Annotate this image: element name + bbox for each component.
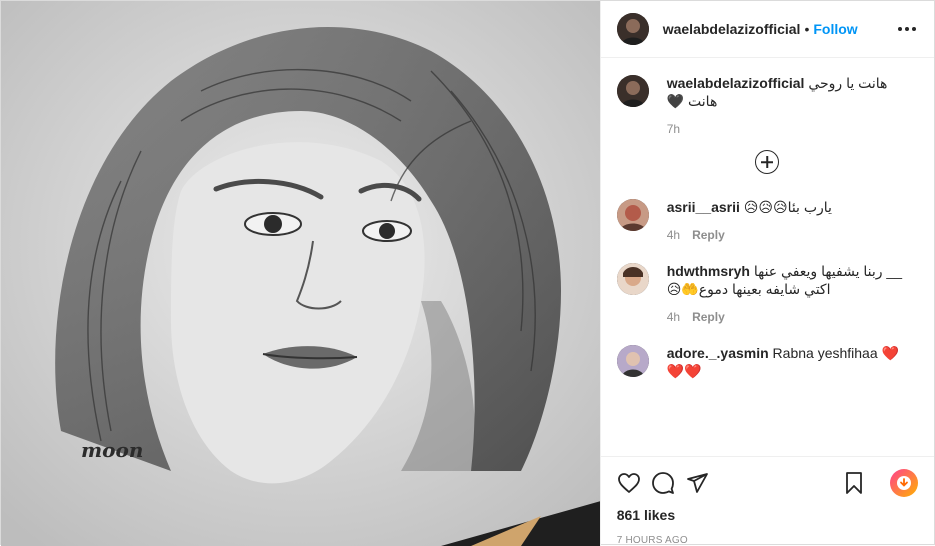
add-comment-icon[interactable] [755, 150, 780, 174]
bookmark-icon[interactable] [842, 471, 866, 495]
post-side-panel: waelabdelazizofficial • Follow waelabdel… [599, 1, 934, 546]
share-icon[interactable] [685, 471, 709, 495]
comment-text: يارب بئا😥😥😥 [743, 199, 832, 215]
signature-text: moon [81, 438, 143, 462]
download-icon[interactable] [890, 469, 918, 497]
pencil-sketch-portrait: moon [1, 1, 600, 546]
caption-username[interactable]: waelabdelazizofficial [667, 75, 805, 91]
likes-count[interactable]: 861 likes [617, 507, 918, 523]
author-avatar[interactable] [616, 13, 649, 45]
comment-text-line2: اكتي شايفه بعينها دموع🤲😥 [666, 281, 831, 297]
reply-button[interactable]: Reply [692, 228, 725, 242]
comment-item: adore._.yasmin Rabna yeshfihaa ❤️ ❤️❤️ [616, 344, 918, 380]
comment-time: 4h [666, 228, 681, 242]
comments-list: waelabdelazizofficial هانت يا روحي هانت … [601, 58, 934, 456]
caption-text-line2: هانت 🖤 [666, 93, 718, 109]
post-header: waelabdelazizofficial • Follow [600, 1, 934, 58]
comment-username[interactable]: hdwthmsryh [667, 263, 750, 279]
caption-author-avatar[interactable] [616, 75, 649, 107]
comment-item: asrii__asrii يارب بئا😥😥😥 4h Reply [616, 198, 918, 242]
caption-time: 7h [666, 122, 681, 136]
commenter-avatar[interactable] [616, 199, 649, 231]
comment-text: __ ربنا يشفيها ويعفي عنها [753, 263, 902, 279]
comment-text: Rabna yeshfihaa ❤️ [772, 345, 899, 361]
comment-username[interactable]: adore._.yasmin [667, 345, 769, 361]
heart-icon[interactable] [617, 471, 641, 495]
caption-text-line1: هانت يا روحي [808, 75, 888, 91]
commenter-avatar[interactable] [616, 345, 649, 377]
comment-text-line2: ❤️❤️ [666, 363, 702, 379]
follow-separator: • [804, 21, 810, 37]
follow-button[interactable]: Follow [813, 21, 857, 37]
comment-time: 4h [666, 310, 681, 324]
post-actions: 861 likes 7 HOURS AGO [600, 456, 934, 546]
author-username[interactable]: waelabdelazizofficial [663, 21, 801, 37]
post-timestamp: 7 HOURS AGO [616, 535, 688, 546]
comment-icon[interactable] [651, 471, 675, 495]
caption: waelabdelazizofficial هانت يا روحي هانت … [616, 74, 918, 136]
comment-item: hdwthmsryh __ ربنا يشفيها ويعفي عنها اكت… [616, 262, 918, 324]
commenter-avatar[interactable] [616, 263, 649, 295]
reply-button[interactable]: Reply [692, 310, 725, 324]
more-icon[interactable] [896, 21, 918, 37]
comment-username[interactable]: asrii__asrii [667, 199, 740, 215]
post-image[interactable]: moon [1, 1, 600, 546]
instagram-post: moon waelabdelazizofficial • Follow wael… [0, 0, 935, 546]
